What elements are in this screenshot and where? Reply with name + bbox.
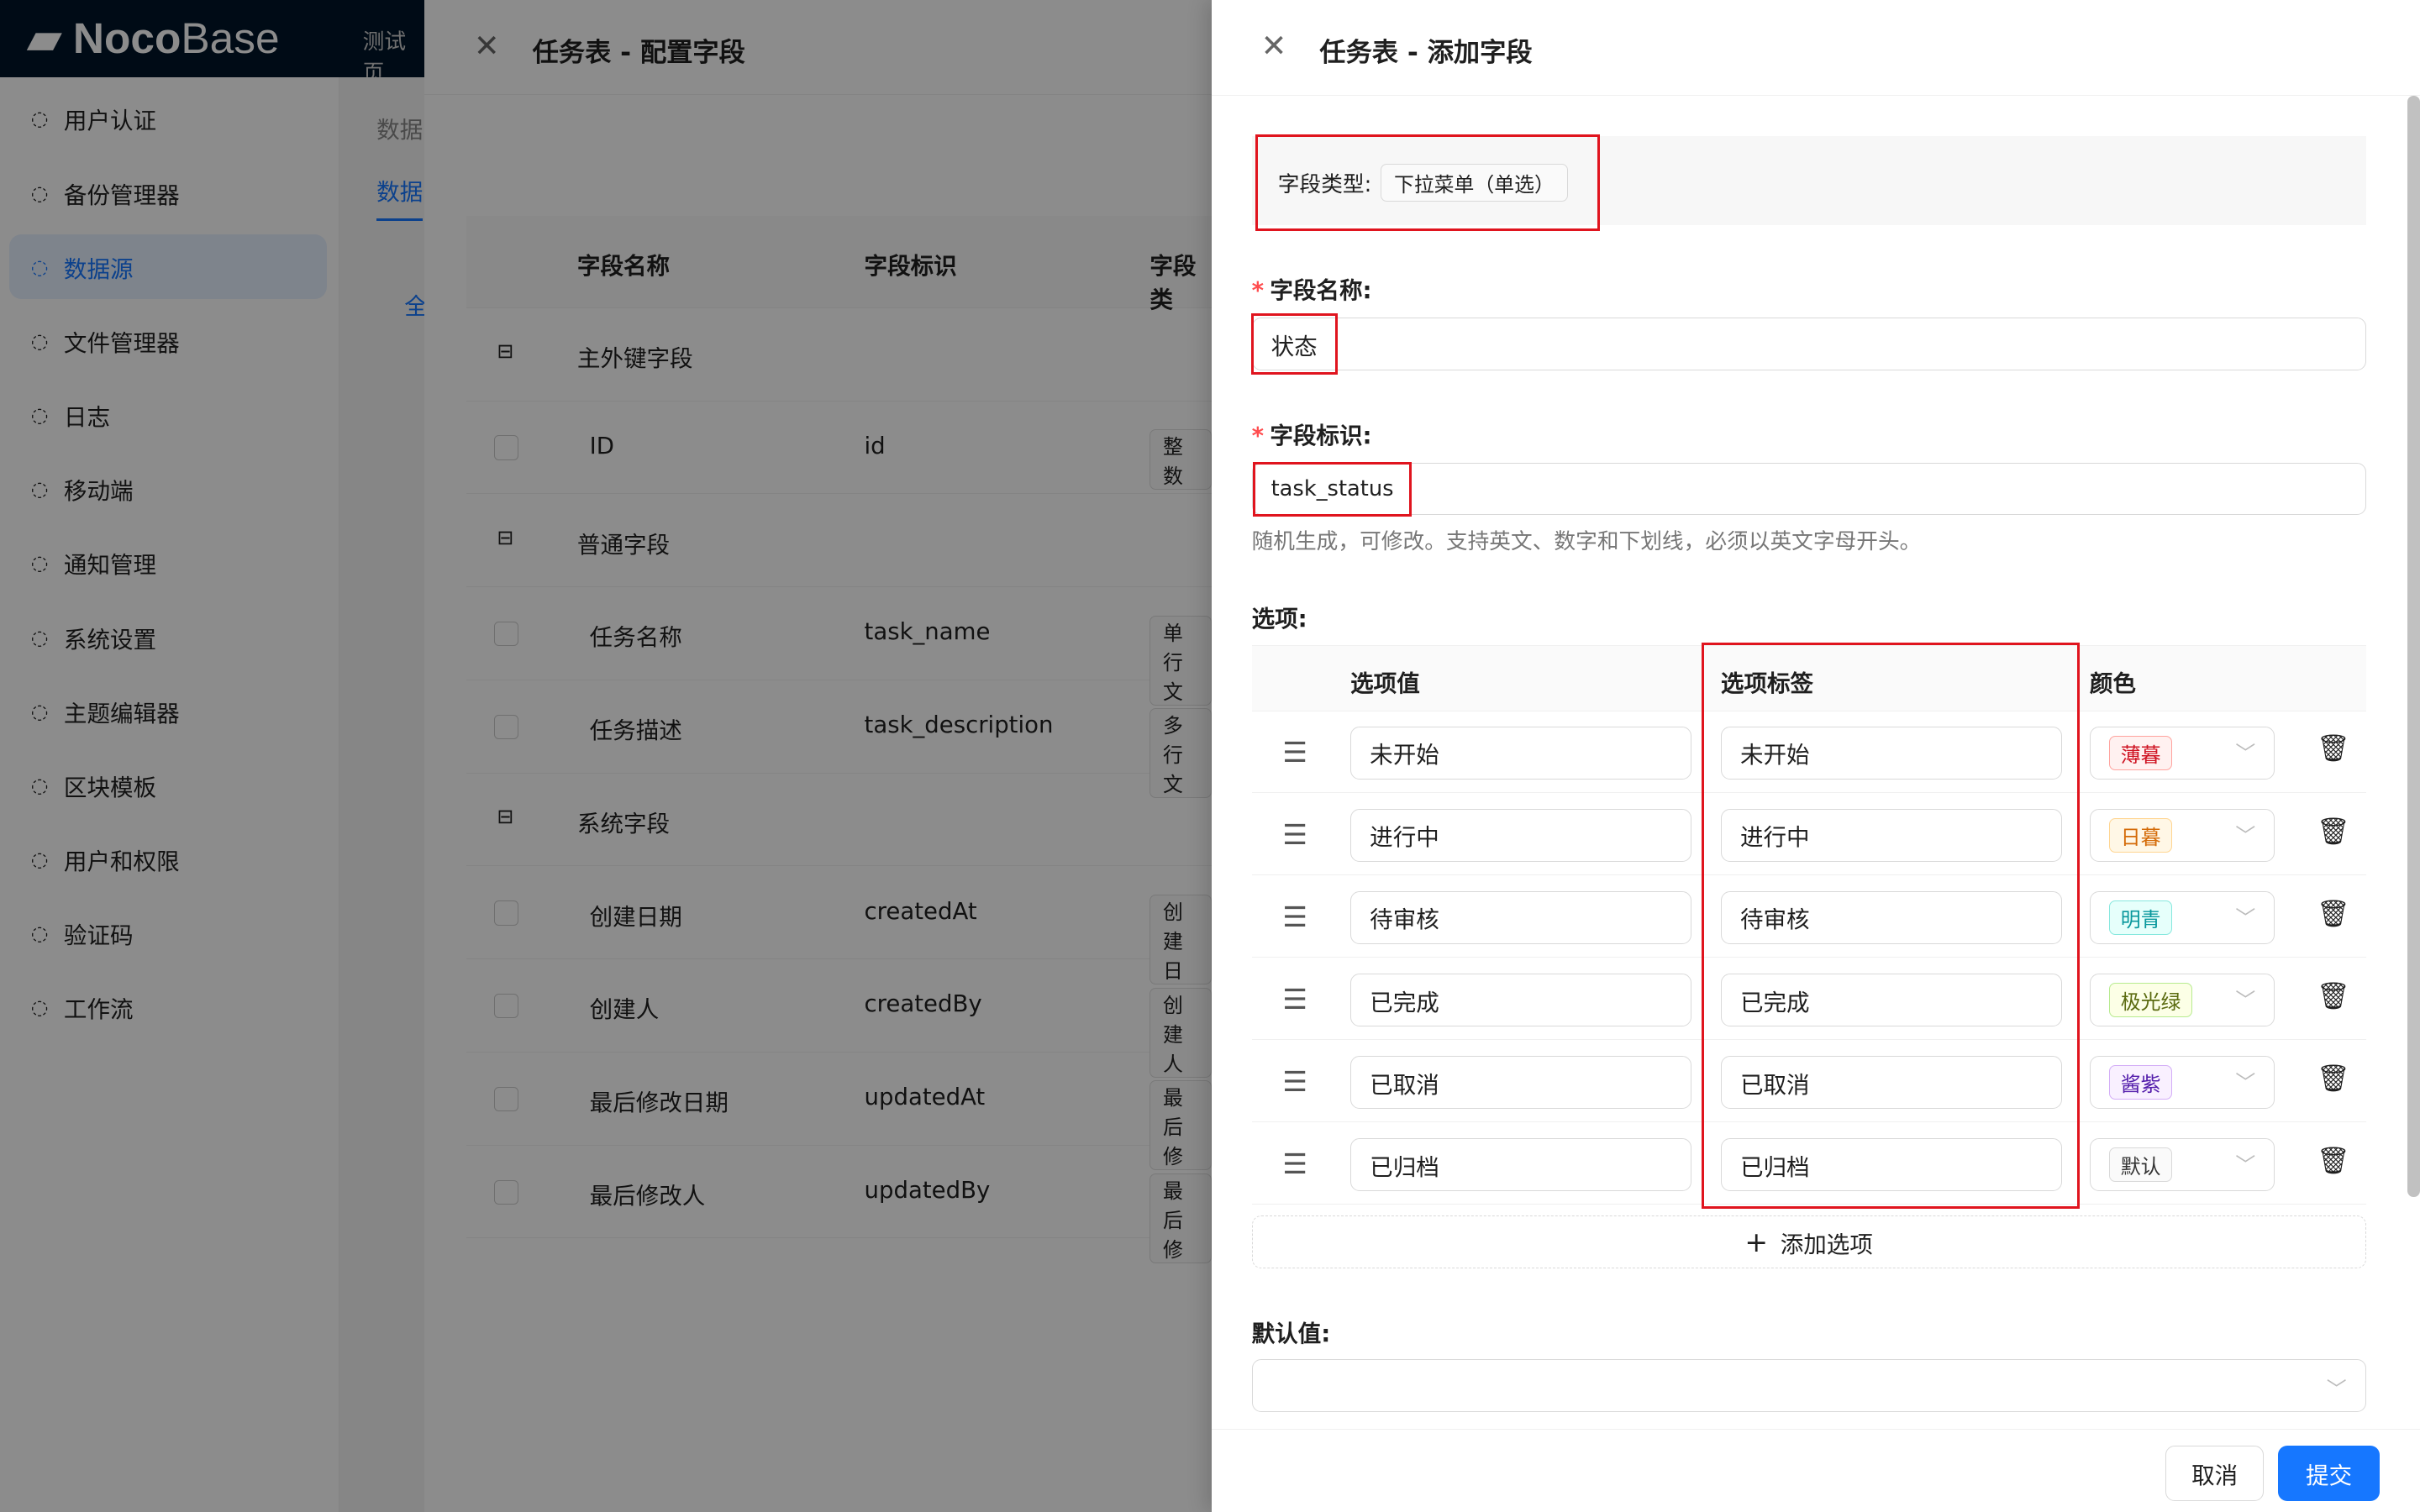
color-select[interactable]: 薄暮 ﹀ xyxy=(2089,727,2275,780)
chevron-down-icon: ﹀ xyxy=(2326,1377,2347,1401)
color-select[interactable]: 明青 ﹀ xyxy=(2089,891,2275,944)
color-tag: 薄暮 xyxy=(2108,735,2173,770)
option-value-input[interactable]: 已取消 xyxy=(1350,1056,1692,1109)
header-value: 选项值 xyxy=(1350,669,1420,697)
option-value: 已取消 xyxy=(1370,1071,1439,1099)
option-row: ☰ 待审核 待审核 明青 ﹀ 🗑 xyxy=(1251,876,2366,958)
color-select[interactable]: 默认 ﹀ xyxy=(2089,1138,2275,1191)
option-label: 已归档 xyxy=(1739,1153,1810,1181)
option-label-input[interactable]: 未开始 xyxy=(1720,727,2062,780)
chevron-down-icon: ﹀ xyxy=(2235,742,2256,766)
trash-icon[interactable]: 🗑 xyxy=(2317,980,2350,1011)
header-color: 颜色 xyxy=(2089,669,2136,697)
option-value-input[interactable]: 已归档 xyxy=(1350,1138,1692,1191)
add-option-button[interactable]: + 添加选项 xyxy=(1251,1215,2366,1268)
option-label-input[interactable]: 已归档 xyxy=(1720,1138,2062,1191)
field-key-value: task_status xyxy=(1253,461,1412,517)
plus-icon: + xyxy=(1744,1226,1769,1259)
field-key-label: 字段标识: xyxy=(1270,422,1372,449)
option-label: 已完成 xyxy=(1739,989,1810,1016)
drag-handle-icon[interactable]: ☰ xyxy=(1282,1147,1307,1180)
drag-handle-icon[interactable]: ☰ xyxy=(1282,736,1307,769)
trash-icon[interactable]: 🗑 xyxy=(2317,732,2350,764)
option-value: 未开始 xyxy=(1370,742,1439,769)
color-select[interactable]: 酱紫 ﹀ xyxy=(2089,1056,2275,1109)
option-row: ☰ 已归档 已归档 默认 ﹀ 🗑 xyxy=(1251,1123,2366,1205)
option-label-input[interactable]: 已完成 xyxy=(1720,974,2062,1026)
options-header: 选项值 选项标签 颜色 xyxy=(1251,644,2366,711)
trash-icon[interactable]: 🗑 xyxy=(2317,816,2350,847)
option-value-input[interactable]: 已完成 xyxy=(1350,974,1692,1026)
chevron-down-icon: ﹀ xyxy=(2235,824,2256,848)
drag-handle-icon[interactable]: ☰ xyxy=(1282,1065,1307,1098)
field-type-tag: 下拉菜单（单选） xyxy=(1381,164,1568,202)
field-name-label: 字段名称: xyxy=(1270,277,1372,305)
app-root: ▰ NocoBase 测试页 ◌ 用户认证 ◌ 备份管理器 ◌ 数据源 ◌ 文件管理器 ◌ 日志 ◌… xyxy=(0,0,2420,1512)
close-icon[interactable]: ✕ xyxy=(1261,28,1287,64)
drawer-title: 任务表 - 添加字段 xyxy=(1319,37,1533,68)
option-label-input[interactable]: 进行中 xyxy=(1720,809,2062,862)
field-type-label: 字段类型: xyxy=(1277,172,1372,198)
color-tag: 日暮 xyxy=(2108,818,2173,853)
chevron-down-icon: ﹀ xyxy=(2235,906,2256,931)
option-value: 已完成 xyxy=(1370,989,1439,1016)
option-row: ☰ 进行中 进行中 日暮 ﹀ 🗑 xyxy=(1251,794,2366,876)
option-value: 已归档 xyxy=(1370,1153,1439,1181)
option-row: ☰ 未开始 未开始 薄暮 ﹀ 🗑 xyxy=(1251,711,2366,794)
drag-handle-icon[interactable]: ☰ xyxy=(1282,818,1307,851)
default-value-select[interactable]: ﹀ xyxy=(1251,1359,2366,1412)
color-select[interactable]: 极光绿 ﹀ xyxy=(2089,974,2275,1026)
field-key-hint: 随机生成，可修改。支持英文、数字和下划线，必须以英文字母开头。 xyxy=(1251,529,1922,555)
color-tag: 极光绿 xyxy=(2108,983,2193,1017)
header-label: 选项标签 xyxy=(1720,669,1814,697)
trash-icon[interactable]: 🗑 xyxy=(2317,898,2350,929)
field-key-input[interactable]: task_status xyxy=(1251,461,2366,517)
option-label: 未开始 xyxy=(1739,742,1810,769)
option-label-input[interactable]: 已取消 xyxy=(1720,1056,2062,1109)
color-tag: 明青 xyxy=(2108,900,2173,935)
field-name-value: 状态 xyxy=(1251,313,1337,375)
trash-icon[interactable]: 🗑 xyxy=(2317,1145,2350,1176)
option-label: 进行中 xyxy=(1739,824,1810,852)
add-option-label: 添加选项 xyxy=(1780,1231,1873,1258)
option-row: ☰ 已完成 已完成 极光绿 ﹀ 🗑 xyxy=(1251,958,2366,1041)
option-row: ☰ 已取消 已取消 酱紫 ﹀ 🗑 xyxy=(1251,1041,2366,1123)
option-value-input[interactable]: 进行中 xyxy=(1350,809,1692,862)
option-label-input[interactable]: 待审核 xyxy=(1720,891,2062,944)
overlay-mask[interactable] xyxy=(0,0,1212,1512)
chevron-down-icon: ﹀ xyxy=(2235,1071,2256,1095)
field-name-input[interactable]: 状态 xyxy=(1251,313,2366,375)
color-tag: 酱紫 xyxy=(2108,1065,2173,1100)
options-label: 选项: xyxy=(1251,606,1307,633)
color-tag: 默认 xyxy=(2108,1147,2173,1183)
option-value-input[interactable]: 待审核 xyxy=(1350,891,1692,944)
chevron-down-icon: ﹀ xyxy=(2235,989,2256,1013)
scrollbar[interactable] xyxy=(2407,95,2420,1198)
option-label: 待审核 xyxy=(1739,906,1810,934)
option-value: 待审核 xyxy=(1370,906,1439,934)
option-value-input[interactable]: 未开始 xyxy=(1350,727,1692,780)
option-label: 已取消 xyxy=(1739,1071,1810,1099)
submit-button[interactable]: 提交 xyxy=(2277,1445,2381,1502)
option-value: 进行中 xyxy=(1370,824,1439,852)
trash-icon[interactable]: 🗑 xyxy=(2317,1063,2350,1094)
default-label: 默认值: xyxy=(1251,1320,1331,1347)
drag-handle-icon[interactable]: ☰ xyxy=(1282,983,1307,1016)
chevron-down-icon: ﹀ xyxy=(2235,1153,2256,1178)
cancel-button[interactable]: 取消 xyxy=(2165,1445,2265,1502)
color-select[interactable]: 日暮 ﹀ xyxy=(2089,809,2275,862)
drag-handle-icon[interactable]: ☰ xyxy=(1282,900,1307,933)
